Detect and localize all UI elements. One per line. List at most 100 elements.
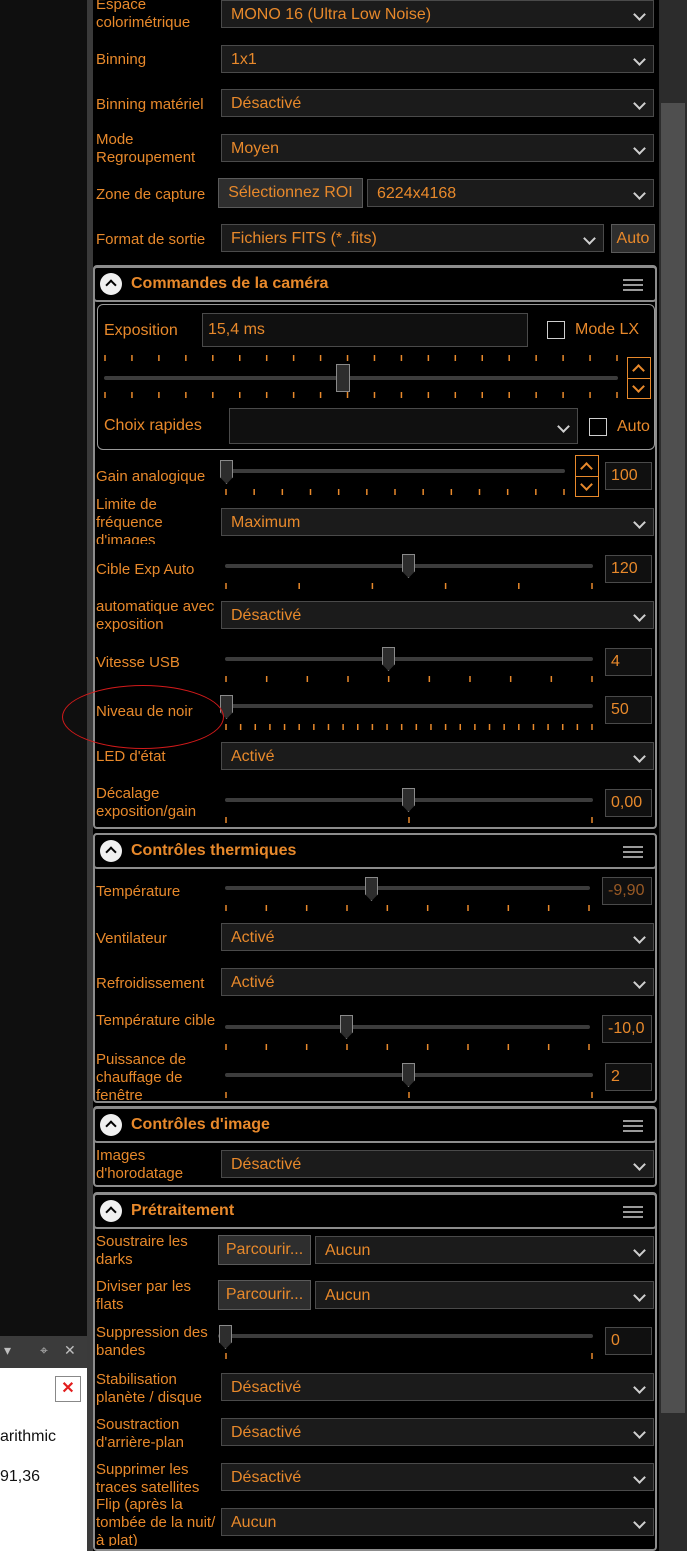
banding-slider-track[interactable] <box>218 1334 593 1338</box>
increment-icon[interactable] <box>576 456 598 476</box>
auto-exp-input[interactable]: 120 <box>605 555 652 583</box>
banding-input[interactable]: 0 <box>605 1327 652 1355</box>
capture-zone-select[interactable]: 6224x4168 <box>367 179 654 207</box>
tick-marks <box>225 1353 593 1359</box>
chevron-down-icon <box>633 976 646 989</box>
hw-binning-value: Désactivé <box>231 95 302 112</box>
gain-spinner[interactable] <box>575 455 599 497</box>
select-roi-button[interactable]: Sélectionnez ROI <box>218 178 363 208</box>
color-space-select[interactable]: MONO 16 (Ultra Low Noise) <box>221 0 654 28</box>
tick-marks <box>225 489 565 495</box>
cooling-select[interactable]: Activé <box>221 968 654 996</box>
image-controls-header[interactable]: Contrôles d'image <box>93 1107 657 1143</box>
collapse-icon[interactable] <box>100 1200 122 1222</box>
usb-speed-input[interactable]: 4 <box>605 648 652 676</box>
increment-icon[interactable] <box>628 358 650 378</box>
gain-input[interactable]: 100 <box>605 462 652 490</box>
exposure-slider-track[interactable] <box>104 376 618 380</box>
decrement-icon[interactable] <box>576 476 598 497</box>
output-auto-button[interactable]: Auto <box>611 224 655 253</box>
close-button[interactable]: ✕ <box>55 1376 81 1402</box>
close-icon[interactable]: ✕ <box>64 1342 76 1359</box>
stabilization-label: Stabilisation planète / disque <box>96 1371 202 1406</box>
fps-limit-select[interactable]: Maximum <box>221 508 654 536</box>
quick-choices-select[interactable] <box>229 408 578 444</box>
chevron-down-icon <box>633 187 646 200</box>
fan-value: Activé <box>231 929 275 946</box>
dropdown-icon[interactable]: ▾ <box>4 1342 11 1359</box>
darks-value: Aucun <box>325 1242 371 1259</box>
preprocessing-header[interactable]: Prétraitement <box>93 1193 657 1229</box>
lx-mode-checkbox[interactable] <box>547 321 565 339</box>
scrollbar-thumb[interactable] <box>661 103 685 1413</box>
browse-darks-button[interactable]: Parcourir... <box>218 1235 311 1265</box>
tick-marks <box>225 676 593 682</box>
section-title: Contrôles d'image <box>131 1116 270 1133</box>
pin-icon[interactable]: ⌖ <box>40 1342 48 1359</box>
flip-select[interactable]: Aucun <box>221 1508 654 1536</box>
floating-panel: ▾ ⌖ ✕ ✕ arithmic 91,36 <box>0 1336 87 1551</box>
status-led-value: Activé <box>231 748 275 765</box>
timestamp-select[interactable]: Désactivé <box>221 1150 654 1178</box>
black-level-input[interactable]: 50 <box>605 696 652 724</box>
satellite-label: Supprimer les traces satellites <box>96 1461 200 1496</box>
chevron-down-icon <box>633 53 646 66</box>
target-temp-slider-track[interactable] <box>225 1025 590 1029</box>
menu-icon[interactable] <box>623 1206 643 1218</box>
chevron-down-icon <box>633 1426 646 1439</box>
chevron-down-icon <box>633 609 646 622</box>
left-pane <box>0 0 87 1551</box>
status-led-select[interactable]: Activé <box>221 742 654 770</box>
stabilization-value: Désactivé <box>231 1379 302 1396</box>
annotation-circle <box>62 685 224 749</box>
group-mode-label: Mode Regroupement <box>96 131 196 166</box>
bg-subtraction-select[interactable]: Désactivé <box>221 1418 654 1446</box>
black-level-slider-track[interactable] <box>220 704 593 708</box>
collapse-icon[interactable] <box>100 840 122 862</box>
usb-speed-label: Vitesse USB <box>96 654 180 671</box>
temperature-slider-track <box>225 886 590 890</box>
target-temp-input[interactable]: -10,0 <box>602 1015 652 1043</box>
exposure-spinner[interactable] <box>627 357 651 399</box>
darks-label: Soustraire les darks <box>96 1233 188 1268</box>
group-mode-value: Moyen <box>231 140 280 157</box>
stabilization-select[interactable]: Désactivé <box>221 1373 654 1401</box>
camera-commands-header[interactable]: Commandes de la caméra <box>93 266 657 302</box>
tick-marks <box>225 1044 590 1050</box>
fan-select[interactable]: Activé <box>221 923 654 951</box>
group-mode-select[interactable]: Moyen <box>221 134 654 162</box>
menu-icon[interactable] <box>623 279 643 291</box>
offset-input[interactable]: 0,00 <box>605 789 652 817</box>
quick-auto-checkbox[interactable] <box>589 418 607 436</box>
thermal-header[interactable]: Contrôles thermiques <box>93 833 657 869</box>
chevron-down-icon <box>633 8 646 21</box>
heater-input[interactable]: 2 <box>605 1063 652 1091</box>
hw-binning-select[interactable]: Désactivé <box>221 89 654 117</box>
exposure-gain-offset-label: Décalage exposition/gain <box>96 785 197 820</box>
flats-select[interactable]: Aucun <box>315 1281 654 1309</box>
auto-with-exposure-select[interactable]: Désactivé <box>221 601 654 629</box>
decrement-icon[interactable] <box>628 378 650 399</box>
chevron-down-icon <box>633 1158 646 1171</box>
gain-slider-track[interactable] <box>220 469 565 473</box>
satellite-select[interactable]: Désactivé <box>221 1463 654 1491</box>
auto-exp-target-label: Cible Exp Auto <box>96 561 195 578</box>
output-format-select[interactable]: Fichiers FITS (* .fits) <box>221 224 604 252</box>
tick-marks <box>225 1092 593 1098</box>
analog-gain-label: Gain analogique <box>96 468 206 485</box>
usb-speed-slider-track[interactable] <box>225 657 593 661</box>
menu-icon[interactable] <box>623 846 643 858</box>
darks-select[interactable]: Aucun <box>315 1236 654 1264</box>
collapse-icon[interactable] <box>100 1114 122 1136</box>
collapse-icon[interactable] <box>100 273 122 295</box>
flip-label: Flip (après la tombée de la nuit/à plat) <box>96 1496 216 1546</box>
exposure-input[interactable]: 15,4 ms <box>202 313 528 347</box>
exposure-slider-thumb[interactable] <box>336 364 350 392</box>
menu-icon[interactable] <box>623 1120 643 1132</box>
binning-select[interactable]: 1x1 <box>221 45 654 73</box>
scrollbar[interactable] <box>659 0 687 1551</box>
fps-limit-label: Limite de fréquence d'images <box>96 496 163 544</box>
quick-choices-label: Choix rapides <box>104 417 202 434</box>
browse-flats-button[interactable]: Parcourir... <box>218 1280 311 1310</box>
chevron-down-icon <box>633 1381 646 1394</box>
